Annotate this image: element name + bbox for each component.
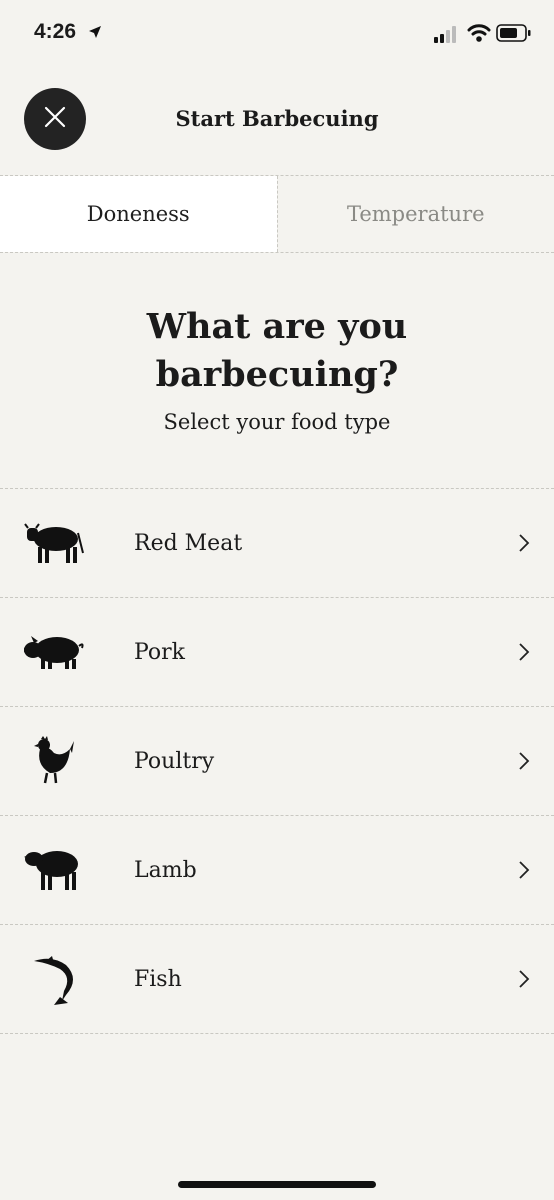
chevron-right-icon: [518, 969, 530, 993]
wifi-icon: [467, 23, 491, 47]
food-type-poultry[interactable]: Poultry: [0, 707, 554, 816]
pig-icon: [22, 626, 86, 678]
food-type-list: Red Meat Pork Poultry Lamb Fish: [0, 488, 554, 1034]
food-type-label: Red Meat: [134, 531, 243, 556]
food-type-fish[interactable]: Fish: [0, 925, 554, 1034]
subtitle: Select your food type: [163, 410, 391, 434]
segmented-tabs: Doneness Temperature: [0, 175, 554, 253]
question-heading: What are you barbecuing?: [0, 303, 554, 399]
status-bar: 4:26: [0, 0, 554, 70]
status-time: 4:26: [34, 20, 77, 43]
home-indicator[interactable]: [178, 1181, 376, 1188]
food-type-label: Lamb: [134, 858, 197, 883]
page-title: Start Barbecuing: [175, 106, 379, 131]
food-type-red-meat[interactable]: Red Meat: [0, 489, 554, 598]
tab-temperature[interactable]: Temperature: [276, 176, 554, 252]
chevron-right-icon: [518, 642, 530, 666]
question-line-1: What are you: [146, 306, 408, 347]
food-type-lamb[interactable]: Lamb: [0, 816, 554, 925]
header: Start Barbecuing: [0, 88, 554, 156]
battery-icon: [496, 24, 532, 46]
chevron-right-icon: [518, 860, 530, 884]
food-type-pork[interactable]: Pork: [0, 598, 554, 707]
food-type-label: Fish: [134, 967, 182, 992]
tab-doneness[interactable]: Doneness: [0, 176, 277, 252]
location-arrow-icon: [88, 24, 102, 43]
cellular-signal-icon: [434, 25, 460, 47]
food-type-label: Poultry: [134, 749, 215, 774]
cow-icon: [22, 517, 86, 569]
sheep-icon: [22, 844, 86, 896]
fish-icon: [22, 953, 86, 1005]
chicken-icon: [22, 735, 86, 787]
question-line-2: barbecuing?: [155, 354, 399, 395]
chevron-right-icon: [518, 533, 530, 557]
chevron-right-icon: [518, 751, 530, 775]
food-type-label: Pork: [134, 640, 186, 665]
